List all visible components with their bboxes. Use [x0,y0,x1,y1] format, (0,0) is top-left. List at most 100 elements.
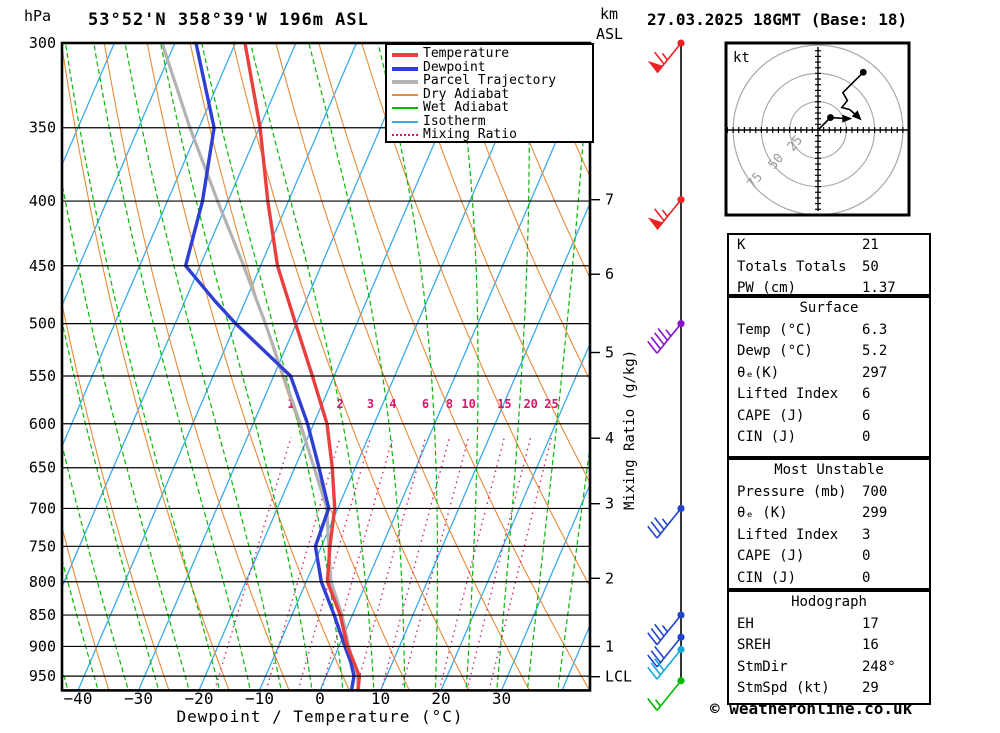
row-label: K [737,237,746,253]
pressure-tick-label: 850 [29,606,56,624]
km-tick-label: 1 [605,637,614,655]
row-label: SREH [737,637,771,653]
km-tick-label: 6 [605,265,614,283]
row-label: CAPE (J) [737,548,805,564]
table-row: CAPE (J) 0 [729,546,929,568]
wind-barb [647,504,685,539]
hodograph-dot [859,68,867,76]
mixing-ratio-label: 4 [389,397,396,411]
km-tick-label: 7 [605,191,614,209]
mixing-ratio-label: 15 [497,397,511,411]
legend-label: Isotherm [423,113,486,129]
isotherm-line [62,43,297,589]
row-value: 248° [862,658,896,675]
row-label: CIN (J) [737,569,797,586]
wind-barb [647,320,685,354]
table-title: Surface [799,300,859,316]
legend-label: Mixing Ratio [423,127,517,142]
legend-isotherm-swatch [392,120,418,123]
wet-adiabat-line [0,34,7,688]
hodograph-trace [840,71,864,118]
row-label: CIN (J) [737,429,797,445]
row-value: 0 [862,548,871,564]
surface-table: Surface Temp (°C) 6.3 Dewp (°C) 5.2 θₑ(K) 297 L… [727,296,931,458]
row-value: 17 [862,615,879,632]
wind-barb [647,677,685,711]
legend-label: Parcel Trajectory [423,73,557,88]
row-value: 700 [862,483,888,500]
wind-barb [647,196,685,230]
row-value: 299 [862,505,888,521]
hodograph-ring-label: 75 [745,170,767,192]
row-label: StmDir [737,658,788,675]
temp-tick-label: −10 [245,689,274,708]
mixing-ratio-label: 8 [446,397,453,411]
table-row: θₑ(K) 297 [729,363,929,385]
hodograph-table: Hodograph EH 17 SREH 16 StmDir 248° StmSpd (kt)… [727,590,931,705]
row-label: Lifted Index [737,386,839,402]
legend-item: Parcel Trajectory [387,74,592,88]
legend-parcel-trajectory-swatch [392,80,418,84]
mixing-ratio-label: 3 [367,397,374,411]
wet-adiabat-line [64,43,220,688]
row-value: 6 [862,407,871,424]
pressure-tick-label: 800 [29,573,56,591]
mixing-ratio-line [380,437,451,691]
temp-tick-label: 0 [315,689,325,708]
isotherm-line [77,43,357,691]
row-label: PW (cm) [737,280,797,296]
most-unstable-table: Most Unstable Pressure (mb) 700 θₑ (K) 299 Li… [727,458,931,590]
row-label: Dewp (°C) [737,343,813,359]
legend-dry-adiabat-swatch [392,93,418,96]
hodograph-ring-label: 50 [766,151,788,173]
table-row: CIN (J) 0 [729,427,929,449]
legend-mixing-ratio-swatch [392,134,418,136]
legend-label: Dry Adiabat [423,86,510,102]
temp-tick-label: 20 [431,689,450,708]
legend-item: Mixing Ratio [387,128,592,142]
row-value: 3 [862,526,871,543]
table-row: Totals Totals 50 [729,257,929,279]
legend-label: Wet Adiabat [423,100,510,115]
row-value: 297 [862,364,888,381]
pressure-tick-label: 750 [29,537,56,555]
table-row: StmSpd (kt) 29 [729,678,929,700]
temp-tick-label: 10 [371,689,390,708]
temp-tick-label: −20 [185,689,214,708]
km-tick-label: 4 [605,429,614,447]
km-tick-label: 3 [605,495,614,513]
row-value: 5.2 [862,343,888,359]
row-label: EH [737,615,754,632]
mixing-ratio-label: 6 [422,397,429,411]
pressure-tick-label: 650 [29,459,56,477]
row-value: 6.3 [862,321,888,338]
row-label: CAPE (J) [737,407,805,424]
table-row: θₑ (K) 299 [729,503,929,525]
legend-item: Temperature [387,47,592,61]
row-label: Totals Totals [737,258,847,275]
pressure-tick-label: 500 [29,315,56,333]
table-row: StmDir 248° [729,657,929,679]
wet-adiabat-line [201,43,344,688]
table-row: K 21 [729,235,929,257]
table-row: Temp (°C) 6.3 [729,320,929,342]
row-value: 6 [862,386,871,402]
mixing-ratio-label: 2 [337,397,344,411]
temp-tick-label: −40 [64,689,93,708]
legend-wet-adiabat-swatch [392,107,418,109]
legend-label: Dewpoint [423,59,486,75]
row-label: Lifted Index [737,526,839,543]
table-row: Dewp (°C) 5.2 [729,341,929,363]
row-label: Pressure (mb) [737,483,847,500]
pressure-tick-label: 950 [29,667,56,685]
table-row: CIN (J) 0 [729,568,929,590]
isotherm-line [62,43,115,167]
legend-dewpoint-swatch [392,66,418,71]
row-value: 16 [862,637,879,653]
pressure-tick-label: 900 [29,637,56,655]
skewt-sounding-app: { "header": { "pressure_unit": "hPa", "t… [0,0,1000,733]
mixing-ratio-label: 20 [523,397,537,411]
row-value: 21 [862,237,879,253]
row-label: θₑ (K) [737,505,788,521]
table-row: Lifted Index 3 [729,525,929,547]
